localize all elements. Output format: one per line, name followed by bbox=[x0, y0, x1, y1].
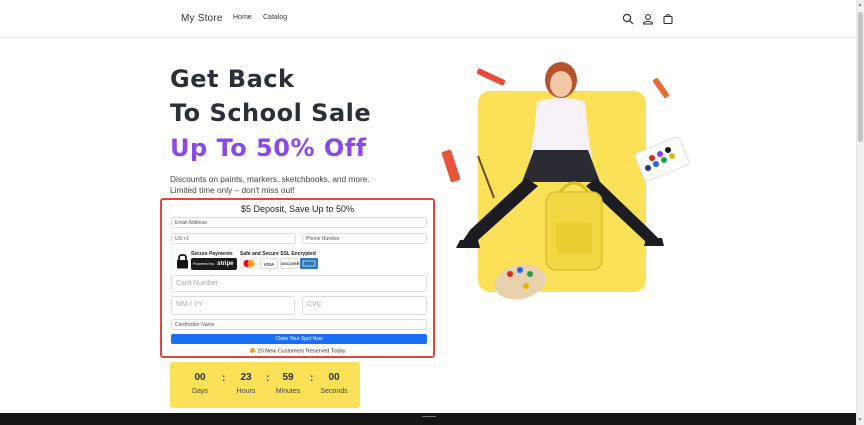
card-number-field[interactable]: Card Number bbox=[171, 275, 427, 292]
countdown-timer: 00 Days : 23 Hours : 59 Minutes : 00 Sec… bbox=[170, 362, 360, 408]
countdown-seconds-value: 00 bbox=[328, 372, 340, 383]
page-scrollbar[interactable]: ▲ ▼ bbox=[856, 0, 864, 425]
deposit-form: $5 Deposit, Save Up to 50% Email Address… bbox=[160, 198, 435, 358]
hero-description-line-2: Limited time only – don't miss out! bbox=[170, 185, 295, 195]
cvc-field[interactable]: CVC bbox=[302, 296, 427, 315]
bottom-dark-bar bbox=[0, 413, 856, 425]
countdown-separator: : bbox=[310, 373, 314, 384]
expiry-field[interactable]: MM / YY bbox=[171, 296, 295, 315]
hero-heading-line-2: To School Sale bbox=[170, 99, 372, 127]
cardholder-name-field[interactable]: Cardholder Name bbox=[171, 319, 427, 330]
visa-logo: VISA bbox=[260, 258, 278, 269]
fire-icon bbox=[249, 348, 255, 353]
drag-handle-icon[interactable] bbox=[422, 416, 436, 417]
account-icon[interactable] bbox=[642, 12, 656, 26]
countdown-hours-value: 23 bbox=[240, 372, 252, 383]
reserved-text: 20 New Customers Reserved Today bbox=[257, 348, 346, 355]
cart-icon[interactable] bbox=[662, 12, 676, 26]
country-code-select[interactable]: US +1 bbox=[171, 233, 296, 244]
store-logo[interactable]: My Store bbox=[181, 13, 223, 24]
countdown-hours-label: Hours bbox=[236, 388, 256, 395]
amex-logo bbox=[300, 258, 318, 269]
ssl-label: Safe and Secure SSL Encrypted bbox=[240, 251, 316, 257]
scroll-up-arrow-icon[interactable]: ▲ bbox=[857, 2, 863, 8]
claim-spot-button[interactable]: Claim Your Spot Now bbox=[171, 334, 427, 344]
stripe-brand-text: stripe bbox=[217, 261, 234, 267]
lock-icon bbox=[176, 253, 189, 269]
nav-catalog-link[interactable]: Catalog bbox=[263, 14, 287, 21]
hero-heading-line-1: Get Back bbox=[170, 65, 295, 93]
mastercard-logo bbox=[240, 258, 258, 269]
secure-payments-label: Secure Payments bbox=[191, 251, 233, 257]
countdown-days-value: 00 bbox=[194, 372, 206, 383]
countdown-days: 00 Days bbox=[180, 372, 220, 395]
countdown-separator: : bbox=[222, 373, 226, 384]
countdown-hours: 23 Hours bbox=[226, 372, 266, 395]
phone-field[interactable]: Phone Number bbox=[302, 233, 427, 244]
countdown-minutes-label: Minutes bbox=[275, 388, 301, 395]
hero-description-line-1: Discounts on paints, markers, sketchbook… bbox=[170, 174, 370, 184]
scrollbar-thumb[interactable] bbox=[858, 12, 863, 142]
discover-logo: DISCOVER bbox=[280, 258, 299, 269]
countdown-days-label: Days bbox=[192, 388, 208, 395]
scroll-down-arrow-icon[interactable]: ▼ bbox=[857, 417, 863, 423]
email-field[interactable]: Email Address bbox=[171, 217, 427, 228]
site-header: My Store Home Catalog bbox=[0, 0, 856, 38]
reserved-count-note: 20 New Customers Reserved Today bbox=[162, 348, 433, 355]
hero-heading-discount: Up To 50% Off bbox=[170, 134, 367, 162]
search-icon[interactable] bbox=[622, 12, 636, 26]
stripe-badge: Powered by stripe bbox=[191, 258, 237, 270]
nav-home-link[interactable]: Home bbox=[233, 14, 252, 21]
countdown-minutes-value: 59 bbox=[282, 372, 294, 383]
stripe-powered-text: Powered by bbox=[193, 261, 215, 266]
countdown-seconds-label: Seconds bbox=[320, 388, 348, 395]
hero-description: Discounts on paints, markers, sketchbook… bbox=[170, 174, 400, 196]
countdown-seconds: 00 Seconds bbox=[314, 372, 354, 395]
form-title: $5 Deposit, Save Up to 50% bbox=[240, 204, 355, 214]
countdown-minutes: 59 Minutes bbox=[268, 372, 308, 395]
secure-payment-badges: Secure Payments Powered by stripe Safe an… bbox=[176, 250, 426, 272]
hero-image bbox=[440, 60, 700, 320]
